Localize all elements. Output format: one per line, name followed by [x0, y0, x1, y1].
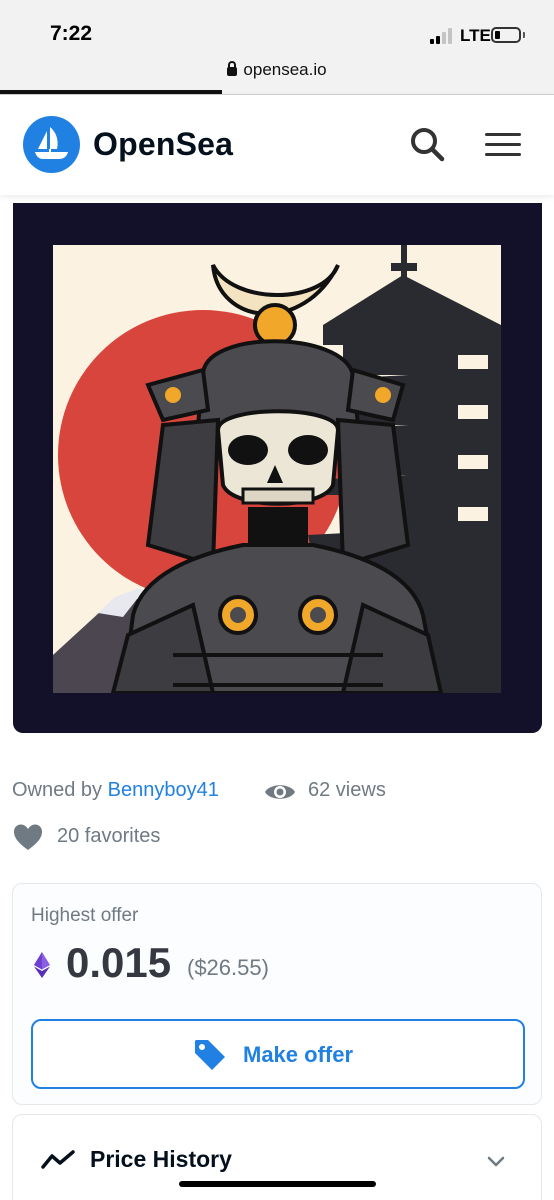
- chevron-down-icon[interactable]: [485, 1150, 507, 1172]
- address-bar[interactable]: opensea.io: [0, 60, 554, 80]
- eye-icon: [264, 781, 296, 803]
- heart-icon[interactable]: [13, 823, 43, 851]
- search-icon[interactable]: [407, 125, 447, 165]
- battery-tip: [523, 32, 525, 38]
- highest-offer-label: Highest offer: [31, 905, 139, 926]
- make-offer-button[interactable]: Make offer: [31, 1019, 525, 1089]
- offer-card: Highest offer 0.015 ($26.55) Make offer: [12, 883, 542, 1105]
- home-indicator[interactable]: [179, 1181, 376, 1187]
- favorites-count: 20 favorites: [57, 825, 161, 847]
- offer-price: 0.015: [66, 939, 172, 986]
- url-text: opensea.io: [243, 60, 327, 79]
- brand-name[interactable]: OpenSea: [93, 126, 233, 163]
- offer-price-usd: ($26.55): [187, 955, 269, 980]
- lock-icon: [227, 61, 238, 76]
- owned-by-label: Owned by: [12, 779, 103, 801]
- ethereum-icon: [34, 952, 50, 978]
- clock: 7:22: [50, 22, 93, 45]
- network-type: LTE: [460, 26, 491, 45]
- price-history-title: Price History: [90, 1146, 232, 1172]
- owner-link[interactable]: Bennyboy41: [108, 779, 219, 801]
- trend-line-icon: [41, 1149, 75, 1171]
- views-count: 62 views: [308, 779, 386, 801]
- battery-icon: [491, 27, 521, 43]
- hamburger-menu-icon[interactable]: [485, 131, 521, 159]
- price-history-accordion[interactable]: Price History: [12, 1114, 542, 1200]
- opensea-logo-icon[interactable]: [23, 116, 80, 173]
- owner-line: Owned by Bennyboy41: [12, 779, 219, 802]
- nft-image-frame[interactable]: [13, 203, 542, 733]
- signal-icon: [430, 27, 456, 44]
- browser-status-bar: 7:22 LTE opensea.io: [0, 0, 554, 95]
- samurai-skull-artwork: [53, 245, 501, 695]
- make-offer-label: Make offer: [243, 1042, 354, 1067]
- tag-icon: [193, 1038, 227, 1072]
- site-header: OpenSea: [0, 95, 554, 195]
